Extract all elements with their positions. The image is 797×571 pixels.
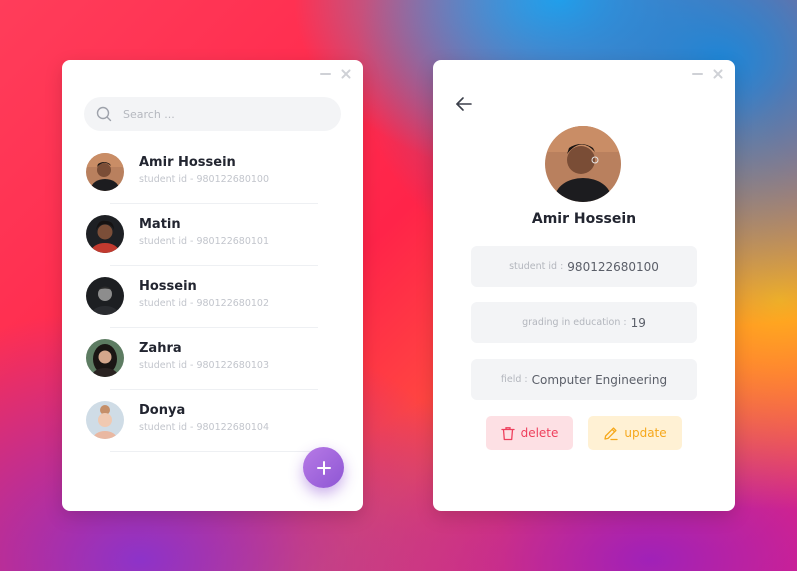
- minimize-button[interactable]: [692, 73, 703, 75]
- student-name: Amir Hossein: [139, 155, 236, 170]
- field-value: 980122680100: [567, 259, 659, 274]
- avatar: [86, 339, 124, 377]
- profile-name: Amir Hossein: [531, 211, 637, 227]
- search-input[interactable]: [121, 106, 315, 122]
- avatar: [86, 277, 124, 315]
- field-value: Computer Engineering: [531, 372, 668, 387]
- divider: [110, 327, 318, 328]
- divider: [110, 265, 318, 266]
- student-name: Hossein: [139, 279, 197, 294]
- list-item[interactable]: Hossein student id - 980122680102: [62, 269, 363, 331]
- grade-field: grading in education : 19: [471, 302, 697, 343]
- list-item[interactable]: Matin student id - 980122680101: [62, 207, 363, 269]
- field-label: student id :: [509, 261, 564, 272]
- field-label: grading in education :: [522, 317, 627, 328]
- student-id: student id - 980122680102: [139, 298, 270, 309]
- list-item[interactable]: Donya student id - 980122680104: [62, 393, 363, 455]
- window-controls: [692, 69, 723, 79]
- list-item[interactable]: Zahra student id - 980122680103: [62, 331, 363, 393]
- field-value: 19: [630, 315, 646, 330]
- student-name: Zahra: [139, 341, 182, 356]
- plus-icon: [316, 460, 331, 475]
- major-field: field : Computer Engineering: [471, 359, 697, 400]
- update-label: update: [624, 426, 667, 440]
- delete-button[interactable]: delete: [486, 416, 573, 450]
- student-id: student id - 980122680101: [139, 236, 270, 247]
- minimize-button[interactable]: [320, 73, 331, 75]
- delete-label: delete: [520, 426, 559, 440]
- avatar: [86, 153, 124, 191]
- field-label: field :: [500, 374, 528, 385]
- divider: [110, 451, 318, 452]
- back-arrow-icon[interactable]: [455, 96, 473, 112]
- student-id: student id - 980122680100: [139, 174, 270, 185]
- student-detail-window: Amir Hossein student id : 980122680100 g…: [433, 60, 735, 511]
- avatar: [86, 401, 124, 439]
- student-name: Matin: [139, 217, 181, 232]
- update-button[interactable]: update: [588, 416, 682, 450]
- student-list-window: Amir Hossein student id - 980122680100 M…: [62, 60, 363, 511]
- student-id-field: student id : 980122680100: [471, 246, 697, 287]
- search-icon: [96, 106, 112, 122]
- close-button[interactable]: [341, 69, 351, 79]
- window-controls: [320, 69, 351, 79]
- student-id: student id - 980122680104: [139, 422, 270, 433]
- pencil-icon: [604, 426, 619, 440]
- divider: [110, 203, 318, 204]
- student-list: Amir Hossein student id - 980122680100 M…: [62, 145, 363, 455]
- list-item[interactable]: Amir Hossein student id - 980122680100: [62, 145, 363, 207]
- trash-icon: [500, 426, 515, 440]
- student-id: student id - 980122680103: [139, 360, 270, 371]
- avatar: [86, 215, 124, 253]
- add-student-button[interactable]: [303, 447, 344, 488]
- student-name: Donya: [139, 403, 186, 418]
- profile-avatar: [545, 126, 621, 202]
- divider: [110, 389, 318, 390]
- search-bar[interactable]: [84, 97, 341, 131]
- close-button[interactable]: [713, 69, 723, 79]
